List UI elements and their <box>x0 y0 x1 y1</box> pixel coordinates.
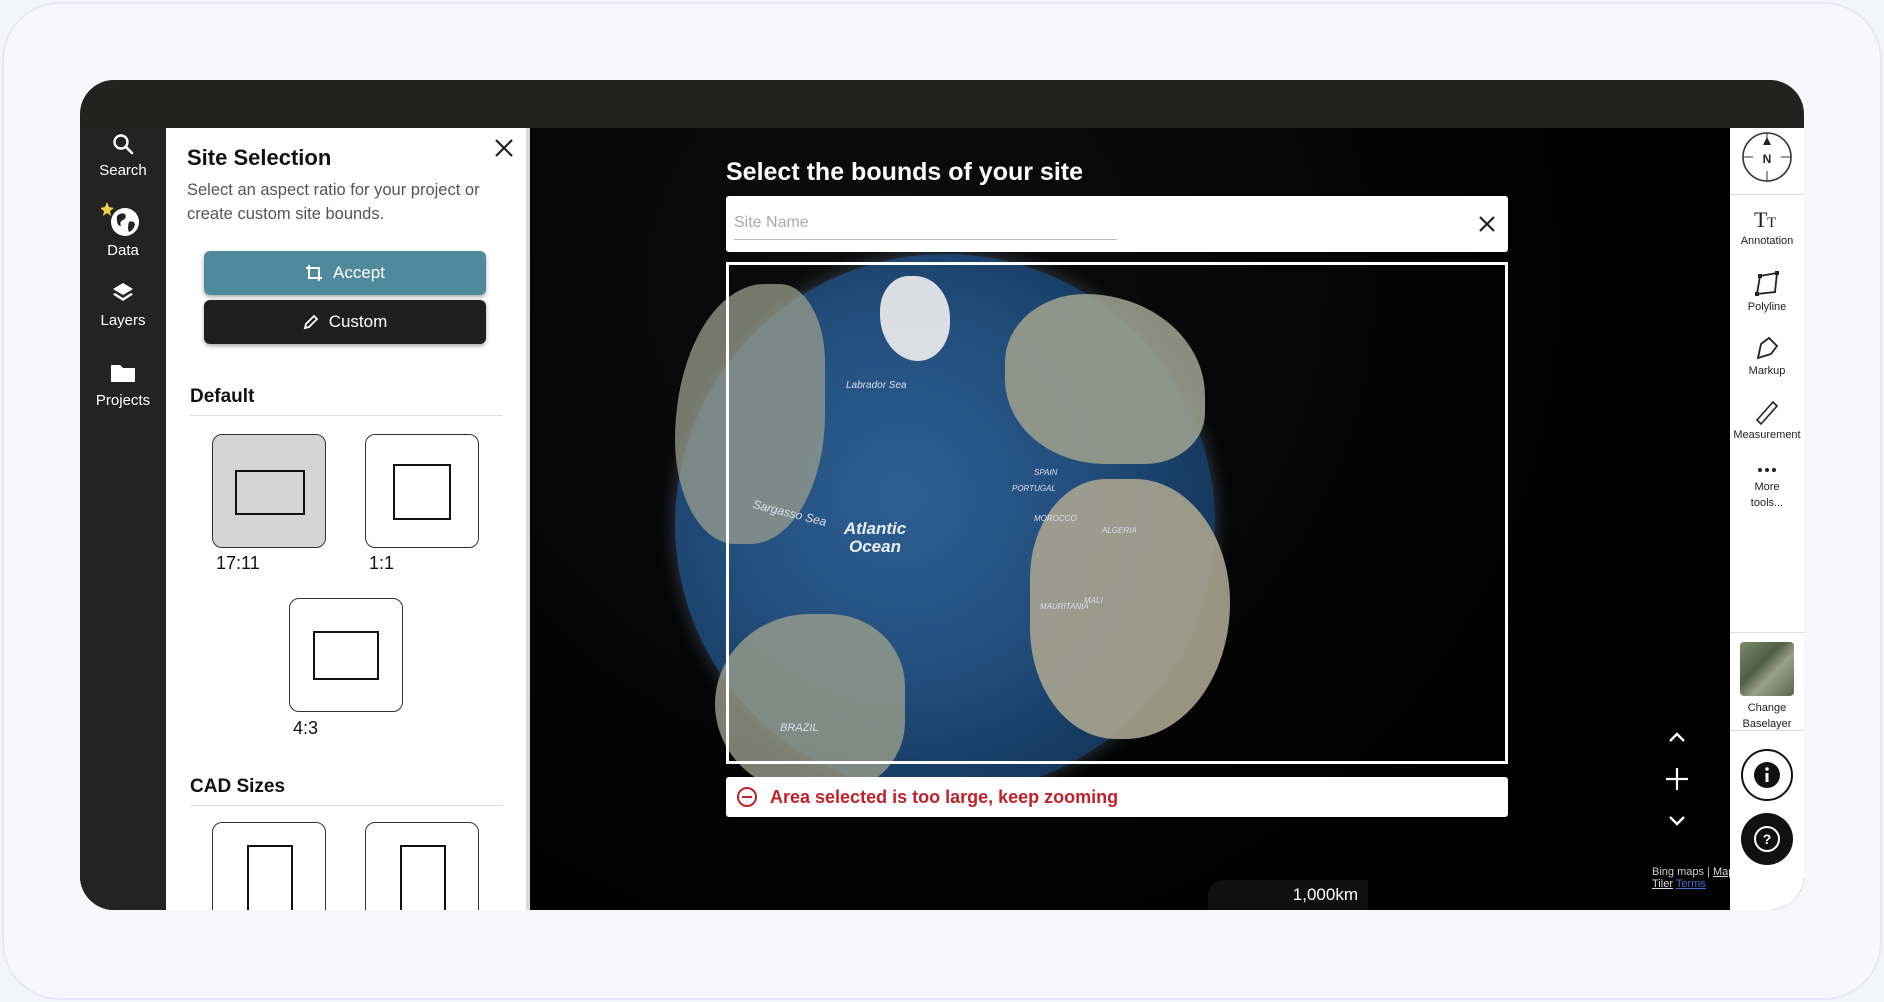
globe-icon <box>101 202 139 236</box>
sidebar-item-label: Data <box>107 242 139 259</box>
map-scale: 1,000km <box>1208 880 1368 910</box>
change-baselayer-button[interactable]: Change Baselayer <box>1730 642 1804 732</box>
compass-icon[interactable]: N <box>1741 131 1793 183</box>
default-heading: Default <box>190 386 255 407</box>
map-heading: Select the bounds of your site <box>726 158 1083 186</box>
tool-label: Annotation <box>1740 235 1794 247</box>
custom-button[interactable]: Custom <box>204 300 486 344</box>
custom-label: Custom <box>328 312 388 331</box>
sidebar-nav: Search Data Layers Projects <box>80 128 166 910</box>
chevron-down-icon[interactable] <box>1660 804 1694 838</box>
divider <box>190 805 502 806</box>
divider <box>190 415 502 416</box>
tool-annotation[interactable]: TT Annotation <box>1730 206 1804 247</box>
sidebar-item-search[interactable]: Search <box>80 132 166 179</box>
tool-label: Polyline <box>1747 301 1787 313</box>
info-icon[interactable] <box>1740 748 1794 802</box>
panel-title: Site Selection <box>187 145 332 170</box>
svg-text:T: T <box>1754 207 1768 232</box>
sidebar-item-layers[interactable]: Layers <box>80 280 166 329</box>
tool-more[interactable]: More tools... <box>1730 464 1804 511</box>
text-icon: TT <box>1754 207 1776 232</box>
panel-description: Select an aspect ratio for your project … <box>187 181 480 223</box>
bing-logo: Bing maps <box>1652 866 1704 878</box>
tool-measurement[interactable]: Measurement <box>1730 398 1804 441</box>
tool-markup[interactable]: Markup <box>1730 334 1804 377</box>
cad-sizes-heading: CAD Sizes <box>190 776 286 797</box>
pencil-icon <box>303 314 318 330</box>
svg-text:?: ? <box>1763 831 1772 847</box>
search-icon <box>113 134 134 155</box>
divider <box>1730 194 1804 195</box>
divider <box>1730 730 1804 731</box>
error-message: Area selected is too large, keep zooming <box>726 777 1508 817</box>
app-window: Search Data Layers Projects Site Selecti… <box>80 80 1804 910</box>
attribution-separator: | <box>1707 866 1710 878</box>
map-attribution: Bing maps | Map Tiler Terms <box>1652 866 1742 890</box>
divider <box>1730 632 1804 633</box>
help-icon[interactable]: ? <box>1740 812 1794 866</box>
crop-icon <box>306 265 322 281</box>
markup-icon <box>1756 336 1779 360</box>
ratio-shape <box>313 631 379 680</box>
ratio-label: 4:3 <box>293 718 319 738</box>
cad-tile[interactable] <box>212 822 326 910</box>
tool-label: Measurement <box>1733 429 1801 441</box>
error-icon <box>737 787 757 807</box>
right-toolbar: N TT Annotation Polyline Markup Measurem… <box>1730 128 1804 910</box>
folder-icon <box>111 365 135 382</box>
baselayer-thumbnail <box>1740 642 1794 696</box>
sidebar-item-data[interactable]: Data <box>80 200 166 259</box>
close-icon[interactable] <box>490 134 518 162</box>
ratio-tile-1-1[interactable] <box>365 434 479 548</box>
cad-shape <box>400 845 446 910</box>
tool-polyline[interactable]: Polyline <box>1730 270 1804 313</box>
polyline-icon <box>1755 271 1779 296</box>
site-name-box <box>726 196 1508 252</box>
baselayer-label: Change Baselayer <box>1742 702 1792 730</box>
tool-label: Markup <box>1748 365 1786 377</box>
svg-text:T: T <box>1767 215 1776 231</box>
sidebar-item-label: Layers <box>100 312 146 329</box>
map-viewport[interactable]: Labrador Sea Sargasso Sea Atlantic Ocean… <box>530 128 1742 910</box>
ratio-shape <box>393 464 451 520</box>
error-text: Area selected is too large, keep zooming <box>770 786 1119 807</box>
sidebar-item-label: Search <box>99 162 147 179</box>
cad-tile[interactable] <box>365 822 479 910</box>
site-selection-panel: Site Selection Select an aspect ratio fo… <box>166 128 526 910</box>
ratio-label: 17:11 <box>216 553 260 573</box>
layers-icon <box>113 283 133 301</box>
ruler-icon <box>1755 400 1779 426</box>
cad-shape <box>247 845 293 910</box>
app-screen: Search Data Layers Projects Site Selecti… <box>80 128 1804 910</box>
ratio-tile-17-11[interactable] <box>212 434 326 548</box>
site-name-input[interactable] <box>734 206 1117 240</box>
clear-icon[interactable] <box>1474 211 1500 237</box>
accept-button[interactable]: Accept <box>204 251 486 295</box>
sidebar-item-label: Projects <box>95 392 151 409</box>
plus-icon[interactable] <box>1660 762 1694 796</box>
tool-label: More tools... <box>1750 481 1784 509</box>
sidebar-item-projects[interactable]: Projects <box>80 360 166 409</box>
chevron-up-icon[interactable] <box>1660 720 1694 754</box>
site-bounds-frame[interactable] <box>726 262 1508 764</box>
ratio-tile-4-3[interactable] <box>289 598 403 712</box>
more-icon <box>1758 468 1776 472</box>
ratio-shape <box>235 470 305 515</box>
terms-link[interactable]: Terms <box>1676 878 1706 890</box>
accept-label: Accept <box>333 263 385 282</box>
compass-label: N <box>1763 152 1772 166</box>
ratio-label: 1:1 <box>369 553 395 573</box>
